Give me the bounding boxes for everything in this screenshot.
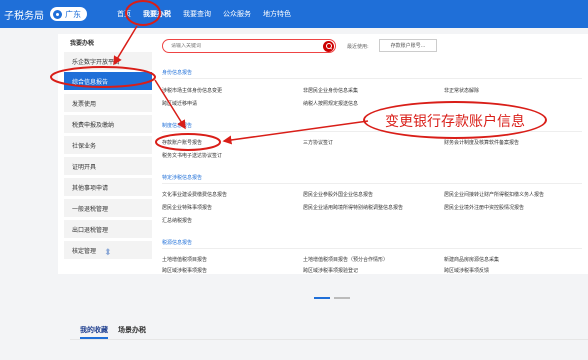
annotation-arrow-1 — [113, 25, 138, 66]
carousel-dot-active[interactable] — [314, 297, 330, 299]
tab-my-favorites[interactable]: 我的收藏 — [80, 325, 108, 339]
annotation-overlay — [50, 0, 369, 151]
tab-scenario-service[interactable]: 场景办税 — [118, 325, 146, 339]
annotation-circle-menu — [50, 66, 156, 88]
annotation-callout-text: 变更银行存款账户信息 — [385, 114, 525, 130]
tabs-divider — [70, 339, 588, 340]
annotation-callout: 变更银行存款账户信息 — [363, 101, 547, 139]
annotation-arrow-2 — [154, 79, 186, 130]
annotation-arrow-3 — [222, 120, 369, 145]
bottom-tabs: 我的收藏 场景办税 — [80, 325, 156, 339]
carousel-dot[interactable] — [334, 297, 350, 299]
annotation-circle-nav — [125, 0, 161, 26]
annotation-circle-link — [155, 133, 221, 151]
